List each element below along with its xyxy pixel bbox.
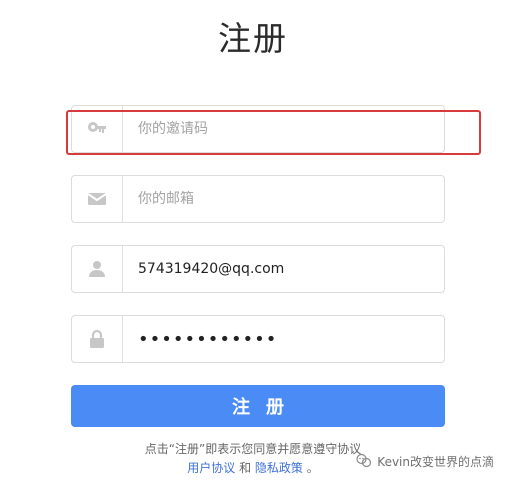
invite-code-field bbox=[71, 105, 445, 153]
password-input[interactable] bbox=[123, 316, 444, 362]
password-field bbox=[71, 315, 445, 363]
lock-icon bbox=[72, 316, 123, 362]
privacy-policy-link[interactable]: 隐私政策 bbox=[255, 461, 303, 475]
user-agreement-link[interactable]: 用户协议 bbox=[187, 461, 235, 475]
user-icon bbox=[72, 246, 123, 292]
envelope-icon bbox=[72, 176, 123, 222]
username-input[interactable] bbox=[123, 246, 444, 292]
terms-period: 。 bbox=[306, 461, 319, 475]
and-text: 和 bbox=[239, 461, 252, 475]
username-field bbox=[71, 245, 445, 293]
watermark: Kevin改变世界的点滴 bbox=[355, 452, 494, 470]
watermark-text: Kevin改变世界的点滴 bbox=[377, 454, 494, 469]
email-field bbox=[71, 175, 445, 223]
invite-code-input[interactable] bbox=[123, 106, 444, 152]
email-input[interactable] bbox=[123, 176, 444, 222]
register-button[interactable]: 注册 bbox=[71, 385, 445, 427]
wechat-icon bbox=[355, 452, 373, 470]
key-icon bbox=[72, 106, 123, 152]
page-title: 注册 bbox=[218, 19, 288, 58]
